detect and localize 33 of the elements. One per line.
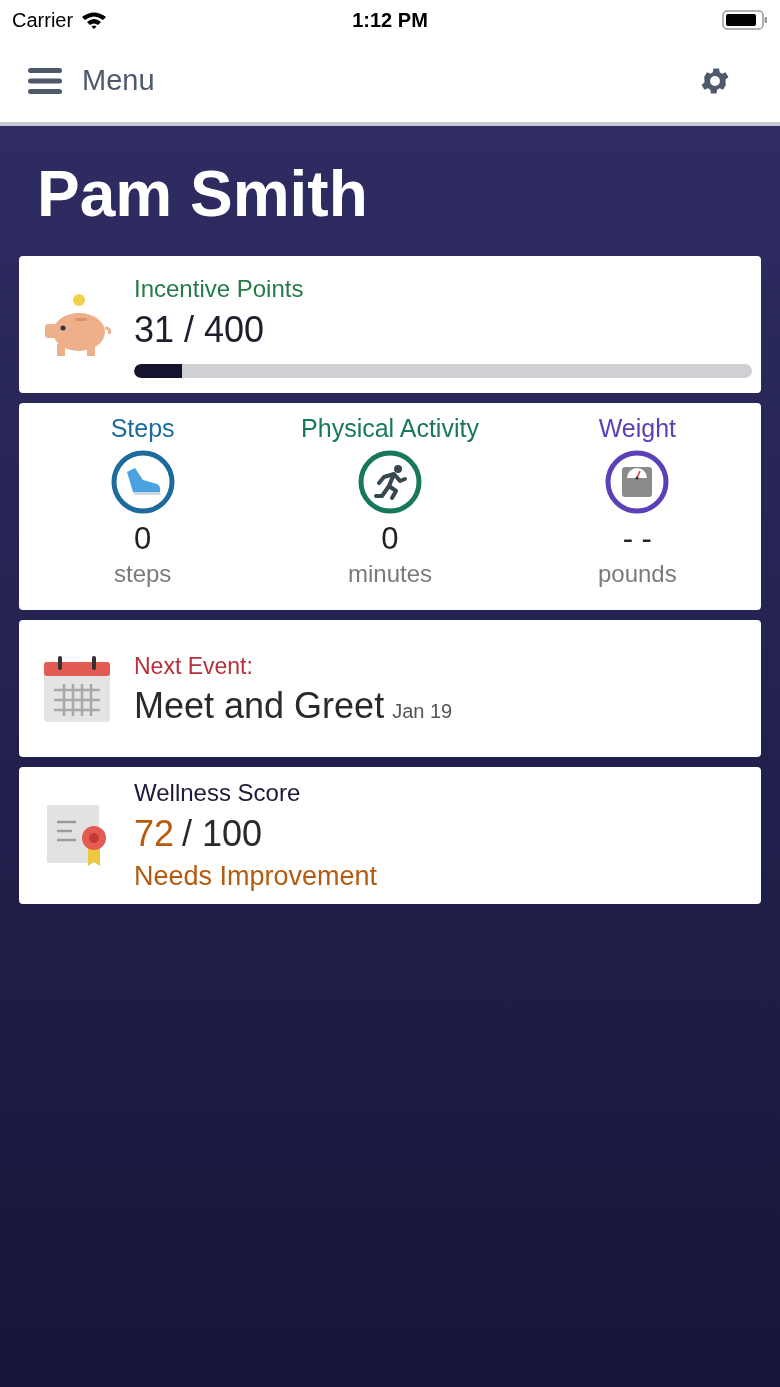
wifi-icon (81, 11, 108, 29)
wellness-score: 72 (134, 811, 175, 856)
incentive-card[interactable]: Incentive Points 31 / 400 (19, 256, 761, 393)
metric-title[interactable]: Weight (598, 413, 676, 445)
event-label: Next Event: (134, 651, 254, 681)
metric-value: - - (622, 520, 652, 559)
wellness-total: / 100 (182, 811, 263, 856)
metric-unit: minutes (347, 559, 432, 589)
metric-value: 0 (381, 520, 399, 559)
runner-icon (358, 450, 422, 515)
menu-icon (28, 68, 62, 94)
sneaker-icon (110, 450, 175, 515)
incentive-points: 31 / 400 (134, 308, 266, 352)
piggy-bank-icon (42, 291, 111, 358)
wellness-card[interactable]: Wellness Score 72 / 100 Needs Improvement (19, 767, 761, 904)
menu-button[interactable]: Menu (28, 59, 155, 103)
scale-icon (605, 450, 670, 515)
metric-title[interactable]: Steps (110, 413, 175, 445)
calendar-icon (43, 655, 110, 722)
clock-time: 1:12 PM (352, 8, 428, 33)
user-name: Pam Smith (36, 157, 369, 232)
incentive-title: Incentive Points (134, 274, 305, 304)
wellness-title: Wellness Score (134, 777, 302, 808)
metric-value: 0 (134, 520, 152, 559)
event-date: Jan 19 (392, 699, 453, 725)
metric-unit: steps (113, 559, 172, 589)
carrier-label: Carrier (12, 8, 74, 33)
event-card[interactable]: Next Event: Meet and Greet Jan 19 (19, 620, 761, 757)
wellness-rating: Needs Improvement (134, 859, 378, 893)
event-name: Meet and Greet (134, 684, 385, 729)
metric-unit: pounds (597, 559, 677, 589)
metric-title[interactable]: Physical Activity (301, 413, 479, 445)
battery-icon (722, 10, 768, 30)
